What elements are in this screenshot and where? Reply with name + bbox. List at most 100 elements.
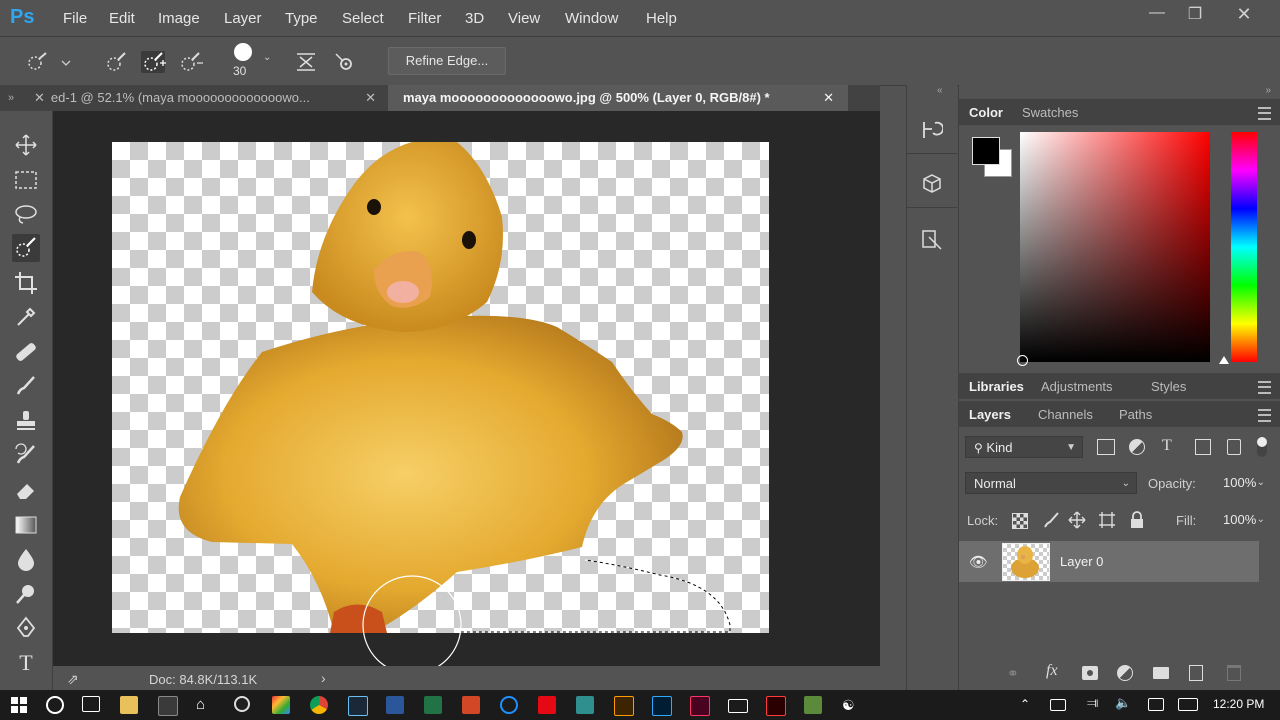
history-panel-icon[interactable]: [921, 119, 944, 141]
opacity-input[interactable]: 100% ⌄: [1217, 472, 1271, 494]
eyedropper-tool-icon[interactable]: [12, 303, 40, 331]
mail-icon[interactable]: [728, 699, 748, 713]
move-tool-icon[interactable]: [12, 131, 40, 159]
hue-slider-marker-icon[interactable]: [1219, 356, 1229, 364]
refine-edge-button[interactable]: Refine Edge...: [388, 47, 506, 75]
lock-artboard-icon[interactable]: [1098, 511, 1116, 529]
color-picker-ring-icon[interactable]: [1017, 355, 1028, 366]
subtract-from-selection-icon[interactable]: [178, 51, 203, 73]
keyboard-icon[interactable]: [1178, 698, 1198, 711]
history-brush-tool-icon[interactable]: [12, 441, 40, 469]
layer-style-icon[interactable]: fx: [1046, 662, 1058, 680]
link-layers-icon[interactable]: ⚭: [1007, 665, 1019, 682]
windows-start-icon[interactable]: [10, 696, 28, 714]
blur-tool-icon[interactable]: [12, 545, 40, 573]
store-icon[interactable]: [158, 696, 178, 716]
excel-icon[interactable]: [424, 696, 442, 714]
home-icon[interactable]: ⌂: [196, 696, 214, 714]
tab-channels[interactable]: Channels: [1038, 407, 1093, 422]
photoshop-taskbar-icon[interactable]: [652, 696, 672, 716]
share-icon[interactable]: ⇗: [67, 671, 79, 688]
brush-picker[interactable]: 30 ⌄: [232, 43, 272, 81]
sample-all-layers-icon[interactable]: [294, 51, 318, 73]
app-icon-2[interactable]: [576, 696, 594, 714]
menu-window[interactable]: Window: [565, 10, 618, 27]
word-icon[interactable]: [386, 696, 404, 714]
layer-thumbnail[interactable]: [1002, 543, 1050, 581]
cortana-icon[interactable]: [46, 696, 64, 714]
quick-selection-tool-icon[interactable]: [12, 234, 40, 262]
crop-tool-icon[interactable]: [12, 269, 40, 297]
filter-toggle-icon[interactable]: [1257, 437, 1267, 457]
eraser-tool-icon[interactable]: [12, 476, 40, 504]
menu-3d[interactable]: 3D: [465, 10, 484, 27]
tabs-overflow-icon[interactable]: »: [8, 85, 14, 111]
panel-menu-icon[interactable]: [1258, 381, 1271, 394]
lock-transparent-icon[interactable]: [1012, 513, 1028, 529]
visibility-eye-icon[interactable]: 👁: [969, 553, 988, 571]
netflix-icon[interactable]: [538, 696, 556, 714]
app-icon[interactable]: [234, 696, 250, 712]
clock[interactable]: 12:20 PM: [1213, 697, 1264, 711]
panel-menu-icon[interactable]: [1258, 107, 1271, 120]
menu-file[interactable]: File: [63, 10, 87, 27]
tab-document-2[interactable]: maya mooooooooooooowo.jpg @ 500% (Layer …: [388, 85, 848, 111]
restore-button[interactable]: ❐: [1182, 4, 1208, 26]
new-layer-icon[interactable]: [1189, 665, 1203, 681]
close-button[interactable]: ✕: [1231, 4, 1257, 26]
lock-all-icon[interactable]: [1129, 511, 1145, 529]
close-icon[interactable]: ✕: [365, 85, 376, 111]
panel-menu-icon[interactable]: [1258, 409, 1271, 422]
wifi-icon[interactable]: ⫥: [1087, 695, 1098, 711]
filter-smart-object-icon[interactable]: [1227, 439, 1241, 455]
indesign-icon[interactable]: [690, 696, 710, 716]
marquee-tool-icon[interactable]: [12, 166, 40, 194]
fill-input[interactable]: 100% ⌄: [1217, 509, 1271, 531]
type-tool-icon[interactable]: T: [12, 649, 40, 677]
delete-layer-icon[interactable]: [1227, 665, 1241, 681]
menu-type[interactable]: Type: [285, 10, 318, 27]
color-spectrum-field[interactable]: [1020, 132, 1210, 362]
menu-edit[interactable]: Edit: [109, 10, 135, 27]
lock-position-icon[interactable]: [1068, 511, 1086, 529]
clone-stamp-tool-icon[interactable]: [12, 407, 40, 435]
filter-shape-icon[interactable]: [1195, 439, 1211, 455]
close-icon[interactable]: ✕: [823, 85, 834, 111]
layer-row[interactable]: 👁 Layer 0: [959, 541, 1259, 582]
menu-select[interactable]: Select: [342, 10, 384, 27]
new-adjustment-layer-icon[interactable]: [1117, 665, 1133, 681]
brush-tool-icon[interactable]: [12, 372, 40, 400]
app-icon-3[interactable]: ☯: [842, 696, 860, 714]
battery-icon[interactable]: [1050, 699, 1066, 711]
tab-paths[interactable]: Paths: [1119, 407, 1152, 422]
new-group-icon[interactable]: [1153, 667, 1169, 679]
filter-adjustment-icon[interactable]: [1129, 439, 1145, 455]
volume-icon[interactable]: 🔈: [1115, 695, 1131, 711]
task-view-icon[interactable]: [82, 696, 100, 712]
collapse-icon[interactable]: «: [937, 85, 943, 96]
illustrator-icon[interactable]: [614, 696, 634, 716]
dodge-tool-icon[interactable]: [12, 580, 40, 608]
tab-swatches[interactable]: Swatches: [1022, 105, 1078, 120]
filter-pixel-icon[interactable]: [1097, 439, 1115, 455]
menu-help[interactable]: Help: [646, 10, 677, 27]
menu-layer[interactable]: Layer: [224, 10, 262, 27]
auto-enhance-icon[interactable]: [333, 51, 357, 73]
foreground-color-swatch[interactable]: [972, 137, 1000, 165]
edge-icon[interactable]: [500, 696, 518, 714]
paint-icon[interactable]: [272, 696, 290, 714]
powerpoint-icon[interactable]: [462, 696, 480, 714]
pen-tool-icon[interactable]: [12, 614, 40, 642]
3d-panel-icon[interactable]: [921, 173, 943, 195]
action-center-icon[interactable]: [1148, 698, 1164, 711]
chevron-right-icon[interactable]: ›: [321, 670, 326, 686]
tab-styles[interactable]: Styles: [1151, 379, 1186, 394]
gradient-tool-icon[interactable]: [12, 511, 40, 539]
tab-adjustments[interactable]: Adjustments: [1041, 379, 1113, 394]
menu-view[interactable]: View: [508, 10, 540, 27]
minecraft-icon[interactable]: [804, 696, 822, 714]
blend-mode-select[interactable]: Normal ⌄: [965, 472, 1137, 494]
tab-layers[interactable]: Layers: [969, 407, 1011, 422]
healing-brush-tool-icon[interactable]: [12, 338, 40, 366]
hue-slider[interactable]: [1231, 132, 1257, 362]
